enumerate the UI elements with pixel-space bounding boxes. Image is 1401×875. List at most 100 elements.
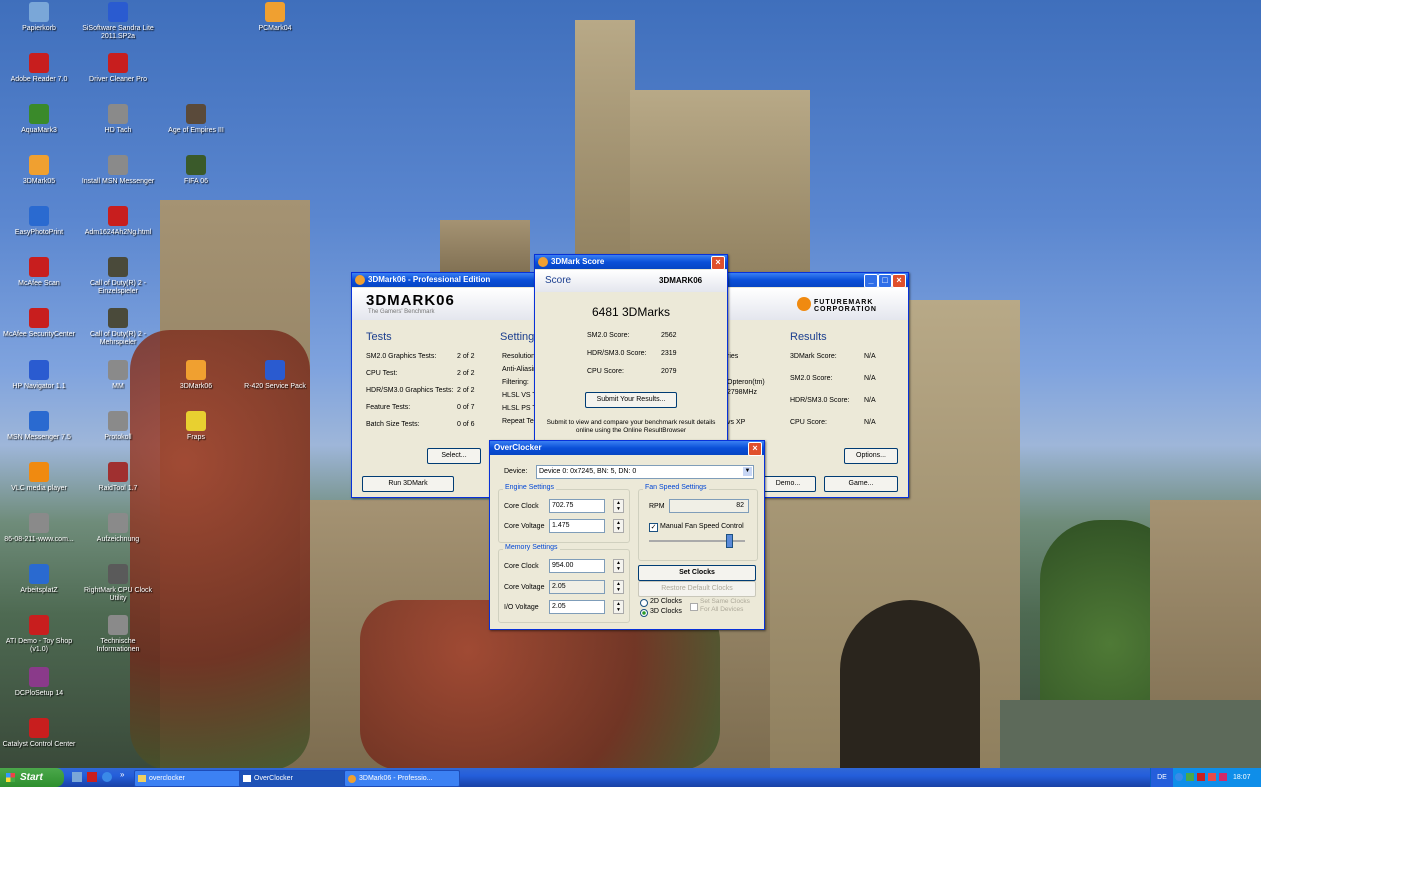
score-close-button[interactable]: × [711, 256, 725, 270]
mem-voltage-spinner[interactable]: ▲ ▼ [613, 580, 624, 594]
desktop-icon[interactable]: 3DMark06 [158, 360, 234, 391]
test-label: SM2.0 Graphics Tests: [366, 353, 437, 360]
core-clock-spinner[interactable]: ▲ ▼ [613, 499, 624, 513]
ati-tray-icon[interactable] [1197, 773, 1205, 781]
task-overclocker-app[interactable]: OverClocker [239, 770, 355, 787]
demo-button[interactable]: Demo... [760, 476, 816, 492]
3dmark-logo: 3DMARK06 [366, 292, 455, 309]
desktop-icon[interactable]: Adm1624Ah2Ng.html [80, 206, 156, 237]
desktop-icon[interactable]: 3DMark05 [1, 155, 77, 186]
desktop-icon-label: DCPloSetup 14 [14, 690, 64, 697]
start-button[interactable]: Start [0, 768, 64, 787]
submit-results-button[interactable]: Submit Your Results... [585, 392, 677, 408]
desktop-icon-label: Call of Duty(R) 2 - Mehrspieler [89, 331, 146, 346]
run-3dmark-button[interactable]: Run 3DMark [362, 476, 454, 492]
mem-voltage-input[interactable]: 2.05 [549, 580, 605, 594]
desktop-icon[interactable]: Call of Duty(R) 2 - Mehrspieler [80, 308, 156, 347]
desktop-icon-label: VLC media player [11, 485, 67, 492]
test-count: 0 of 7 [457, 404, 475, 411]
io-voltage-input[interactable]: 2.05 [549, 600, 605, 614]
desktop-icon[interactable]: ArbeitsplatZ [1, 564, 77, 595]
task-overclocker-folder[interactable]: overclocker [134, 770, 250, 787]
desktop-icon-label: McAfee Scan [18, 280, 60, 287]
close-button[interactable]: × [892, 274, 906, 288]
app-icon [29, 718, 49, 738]
core-clock-input[interactable]: 702.75 [549, 499, 605, 513]
desktop-icon[interactable]: Protokoll [80, 411, 156, 442]
quicklaunch-app-icon[interactable] [87, 772, 97, 782]
game-button[interactable]: Game... [824, 476, 898, 492]
device-select[interactable]: Device 0: 0x7245, BN: 5, DN: 0 ▼ [536, 465, 754, 479]
core-voltage-label: Core Voltage [504, 523, 545, 530]
select-tests-button[interactable]: Select... [427, 448, 481, 464]
desktop-icon[interactable]: MM [80, 360, 156, 391]
mcafee-tray-icon[interactable] [1208, 773, 1216, 781]
desktop-icon-label: HD Tach [104, 127, 132, 134]
desktop-icon[interactable]: Driver Cleaner Pro [80, 53, 156, 84]
core-voltage-spinner[interactable]: ▲ ▼ [613, 519, 624, 533]
desktop-icon[interactable]: Adobe Reader 7.0 [1, 53, 77, 84]
desktop-icon-label: Fraps [187, 434, 205, 441]
desktop-icon[interactable]: AquaMark3 [1, 104, 77, 135]
desktop-icon[interactable]: RightMark CPU Clock Utility [80, 564, 156, 603]
3d-clocks-radio[interactable] [640, 609, 648, 617]
restore-default-clocks-button[interactable]: Restore Default Clocks [638, 581, 756, 597]
desktop-icon[interactable]: Papierkorb [1, 2, 77, 33]
desktop-icon[interactable]: R-420 Service Pack [237, 360, 313, 391]
language-indicator[interactable]: DE [1151, 768, 1173, 787]
show-desktop-icon[interactable] [72, 772, 82, 782]
result-value: N/A [864, 419, 876, 426]
mcafee-m-tray-icon[interactable] [1219, 773, 1227, 781]
help-tray-icon[interactable] [1175, 773, 1183, 781]
desktop-icon[interactable]: DCPloSetup 14 [1, 667, 77, 698]
desktop-icon[interactable]: Call of Duty(R) 2 - Einzelspieler [80, 257, 156, 296]
result-label: SM2.0 Score: [790, 375, 833, 382]
desktop-icon[interactable]: Fraps [158, 411, 234, 442]
desktop-icon[interactable]: RaidTool 1.7 [80, 462, 156, 493]
desktop-icon[interactable]: Install MSN Messenger [80, 155, 156, 186]
overclocker-close-button[interactable]: × [748, 442, 762, 456]
2d-clocks-radio[interactable] [640, 599, 648, 607]
desktop-icon[interactable]: Age of Empires III [158, 104, 234, 135]
manual-fan-checkbox[interactable]: ✓ [649, 523, 658, 532]
task-3dmark06[interactable]: 3DMark06 - Professio... [344, 770, 460, 787]
desktop-icon[interactable]: EasyPhotoPrint [1, 206, 77, 237]
desktop-icon[interactable]: ATI Demo - Toy Shop (v1.0) [1, 615, 77, 654]
fan-speed-group: Fan Speed Settings RPM 82 ✓ Manual Fan S… [638, 484, 758, 561]
set-clocks-button[interactable]: Set Clocks [638, 565, 756, 581]
io-voltage-label: I/O Voltage [504, 604, 539, 611]
network-tray-icon[interactable] [1186, 773, 1194, 781]
options-button[interactable]: Options... [844, 448, 898, 464]
desktop-icon[interactable]: HP Navigator 1.1 [1, 360, 77, 391]
ivy-left [130, 330, 310, 768]
app-icon [108, 308, 128, 328]
chevron-down-icon[interactable]: ▼ [743, 467, 752, 476]
same-clocks-checkbox[interactable] [690, 603, 698, 611]
desktop-icon[interactable]: 86-08-211-www.com... [1, 513, 77, 544]
desktop-icon[interactable]: SiSoftware Sandra Lite 2011.SP2a [80, 2, 156, 41]
desktop-icon[interactable]: Aufzeichnung [80, 513, 156, 544]
quicklaunch-overflow-icon[interactable]: » [120, 770, 124, 779]
test-label: CPU Test: [366, 370, 398, 377]
core-voltage-input[interactable]: 1.475 [549, 519, 605, 533]
mem-clock-spinner[interactable]: ▲ ▼ [613, 559, 624, 573]
desktop-icon[interactable]: MSN Messenger 7.5 [1, 411, 77, 442]
app-icon [108, 2, 128, 22]
desktop-icon[interactable]: HD Tach [80, 104, 156, 135]
desktop-icon-label: RightMark CPU Clock Utility [83, 587, 153, 602]
desktop-icon[interactable]: McAfee Scan [1, 257, 77, 288]
tests-heading: Tests [366, 331, 392, 343]
desktop-icon[interactable]: Technische Informationen [80, 615, 156, 654]
io-voltage-spinner[interactable]: ▲ ▼ [613, 600, 624, 614]
desktop-icon[interactable]: VLC media player [1, 462, 77, 493]
mem-clock-input[interactable]: 954.00 [549, 559, 605, 573]
desktop-icon[interactable]: FIFA 06 [158, 155, 234, 186]
desktop-icon[interactable]: McAfee SecurityCenter [1, 308, 77, 339]
internet-explorer-icon[interactable] [102, 772, 112, 782]
minimize-button[interactable]: _ [864, 274, 878, 288]
desktop-icon[interactable]: PCMark04 [237, 2, 313, 33]
score-heading: Score [545, 275, 572, 286]
fan-slider-thumb[interactable] [726, 534, 734, 548]
maximize-button[interactable]: □ [878, 274, 892, 288]
desktop-icon[interactable]: Catalyst Control Center [1, 718, 77, 749]
